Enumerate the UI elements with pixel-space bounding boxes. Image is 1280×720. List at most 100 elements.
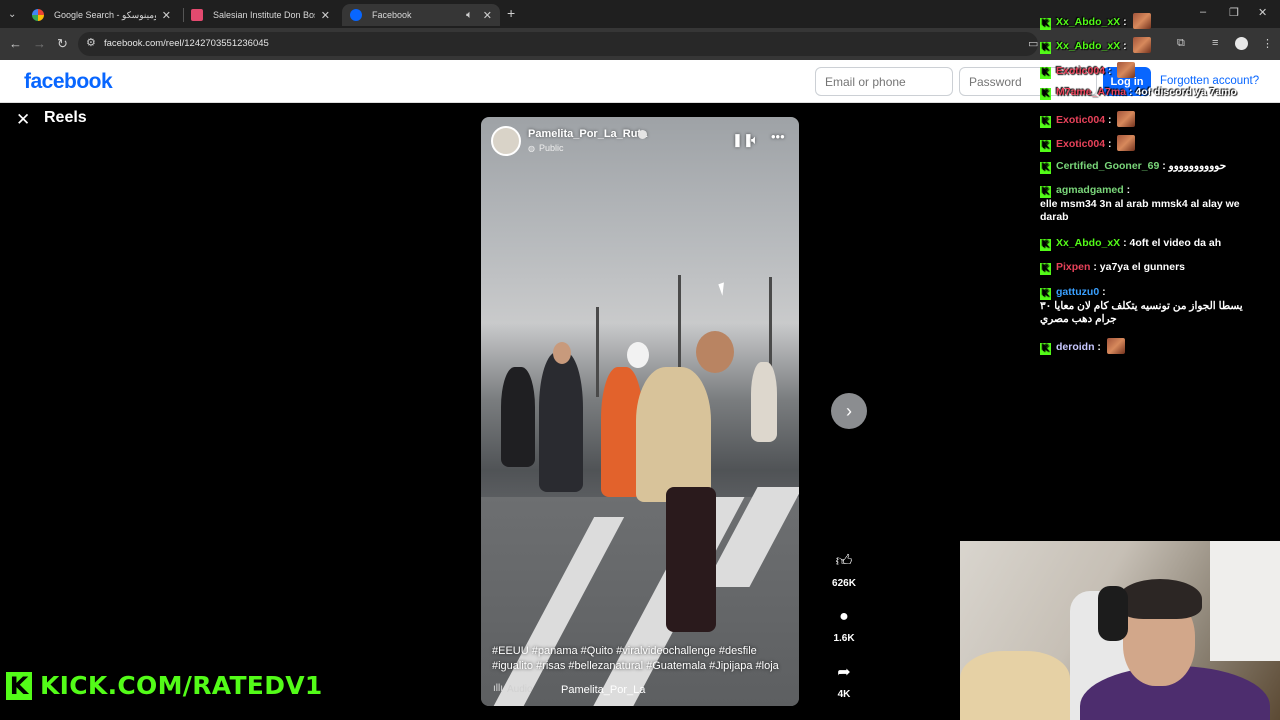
back-icon[interactable]: ← xyxy=(9,36,22,52)
kick-badge-icon: K xyxy=(1040,88,1051,100)
chat-user: Xx_Abdo_xX xyxy=(1056,237,1121,249)
background-pillow xyxy=(960,651,1070,720)
site-info-icon[interactable]: ⚙ xyxy=(86,36,96,49)
share-action[interactable]: ➦ 4K xyxy=(829,659,859,700)
tab-label: Salesian Institute Don Bosco xyxy=(213,10,315,20)
close-icon[interactable]: ✕ xyxy=(321,9,330,22)
new-tab-icon[interactable]: + xyxy=(507,5,515,21)
emote-icon xyxy=(1117,62,1136,78)
more-options-icon[interactable]: ••• xyxy=(771,129,785,144)
chat-user: gattuzu0 xyxy=(1056,286,1100,298)
chat-message: K M7ame_A7ma : 4of discord ya 7amo xyxy=(1040,86,1237,100)
chat-message: Kderoidn : xyxy=(1040,338,1260,355)
author-name[interactable]: Pamelita_Por_La_Ruta xyxy=(528,128,647,140)
emote-icon xyxy=(1132,13,1151,29)
emote-icon xyxy=(1132,37,1151,53)
person xyxy=(751,362,777,442)
url-text: facebook.com/reel/1242703551236045 xyxy=(104,38,269,49)
emote-icon xyxy=(1117,135,1136,151)
person xyxy=(501,367,535,467)
reload-icon[interactable]: ↻ xyxy=(57,36,68,52)
audio-author[interactable]: Pamelita_Por_La xyxy=(561,684,645,696)
tab-facebook[interactable]: Facebook 🔈︎ ✕ xyxy=(342,4,500,26)
tab-search-icon[interactable]: ⌄ xyxy=(8,7,16,23)
speaker-icon[interactable]: 🔈︎ xyxy=(466,9,473,22)
chat-text: 4oft el video da ah xyxy=(1129,237,1222,249)
kick-badge-icon: K xyxy=(1040,140,1051,152)
forward-icon[interactable]: → xyxy=(33,36,46,52)
kick-badge-icon: K xyxy=(1040,288,1051,300)
chat-user: deroidn xyxy=(1056,341,1095,353)
close-icon[interactable]: ✕ xyxy=(162,9,171,22)
chat-message: K Exotic004 : xyxy=(1040,111,1260,128)
audio-label: Audio xyxy=(507,684,533,695)
person-head xyxy=(553,342,571,364)
chat-text: ya7ya el gunners xyxy=(1099,261,1185,273)
chat-text: حوووووووووو xyxy=(1168,160,1227,172)
address-bar[interactable]: ⚙ facebook.com/reel/1242703551236045 xyxy=(78,32,1038,56)
chat-message: Kgattuzu0 : يسطا الجواز من تونسيه يتكلف … xyxy=(1040,286,1243,325)
visibility-label: Public xyxy=(539,143,564,153)
globe-icon: ◍ xyxy=(528,144,535,153)
chat-message: K Xx_Abdo_xX : 4oft el video da ah xyxy=(1040,237,1222,251)
chat-user: Certified_Gooner_69 xyxy=(1056,160,1160,172)
author-avatar[interactable] xyxy=(491,126,521,156)
reel-video[interactable]: Pamelita_Por_La_Ruta ◍ Public ❚❚ 🔈︎ ••• … xyxy=(481,117,799,706)
chat-user: agmadgamed xyxy=(1056,184,1124,196)
tab-google-search[interactable]: Google Search - الدومينوسكو ✕ xyxy=(24,4,179,26)
comment-count: 1.6K xyxy=(833,633,855,644)
chat-message: K Exotic004 : xyxy=(1040,62,1260,79)
menu-icon[interactable]: ⋮ xyxy=(1262,37,1273,50)
chat-message: K Pixpen : ya7ya el gunners xyxy=(1040,261,1185,275)
chat-text: elle msm34 3n al arab mmsk4 al alay we d… xyxy=(1040,198,1240,223)
chat-user: Exotic004 xyxy=(1056,65,1106,77)
chat-user: Xx_Abdo_xX xyxy=(1056,16,1121,28)
kick-badge-icon: K xyxy=(1040,186,1051,198)
kick-url: KICK.COM/RATEDV1 xyxy=(40,671,323,700)
kick-badge-icon: K xyxy=(1040,67,1051,79)
person xyxy=(539,352,583,492)
kick-badge-icon: K xyxy=(1040,263,1051,275)
reels-title: Reels xyxy=(44,109,87,126)
chat-user: Xx_Abdo_xX xyxy=(1056,40,1121,52)
facebook-logo[interactable]: facebook xyxy=(24,70,113,94)
utility-pole xyxy=(596,307,599,397)
chat-user: M7ame_A7ma xyxy=(1056,86,1127,98)
like-count: 626K xyxy=(832,578,856,589)
close-icon[interactable]: ✕ xyxy=(483,9,492,22)
volume-icon[interactable]: 🔈︎ xyxy=(751,132,759,148)
kick-badge-icon: K xyxy=(1040,18,1051,30)
comment-action[interactable]: ● 1.6K xyxy=(829,603,859,644)
person-head xyxy=(696,331,734,373)
chat-user: Exotic004 xyxy=(1056,138,1106,150)
chat-message: K Xx_Abdo_xX : xyxy=(1040,13,1260,30)
emote-icon xyxy=(1117,111,1136,127)
like-action[interactable]: 👍︎ 626K xyxy=(829,548,859,589)
kick-logo-icon: K xyxy=(6,672,32,700)
kick-badge-icon: K xyxy=(1040,239,1051,251)
site-icon xyxy=(191,9,203,21)
background-shelf xyxy=(1210,541,1280,661)
chat-user: Pixpen xyxy=(1056,261,1091,273)
share-count: 4K xyxy=(837,689,851,700)
chat-text: 4of discord ya 7amo xyxy=(1135,86,1237,98)
cast-icon[interactable]: ▭ xyxy=(1028,37,1038,50)
emote-icon xyxy=(1106,338,1125,354)
thumbs-up-icon[interactable]: 👍︎ xyxy=(830,548,858,576)
video-caption: #EEUU #panama #Quito #viralvideochalleng… xyxy=(492,645,779,672)
tab-label: Facebook xyxy=(372,10,412,20)
next-reel-button[interactable]: › xyxy=(831,393,867,429)
chat-message: K Exotic004 : xyxy=(1040,135,1260,152)
chat-user: Exotic004 xyxy=(1056,114,1106,126)
person xyxy=(636,367,711,502)
google-icon xyxy=(32,9,44,21)
kick-badge-icon: K xyxy=(1040,42,1051,54)
tab-salesian-institute[interactable]: Salesian Institute Don Bosco ✕ xyxy=(183,4,338,26)
close-reels-icon[interactable]: ✕ xyxy=(16,110,30,130)
share-icon[interactable]: ➦ xyxy=(830,659,858,687)
email-input[interactable] xyxy=(815,67,953,96)
kick-badge-icon: K xyxy=(1040,343,1051,355)
facebook-icon xyxy=(350,9,362,21)
comment-icon[interactable]: ● xyxy=(830,603,858,631)
chat-message: K Certified_Gooner_69 : حوووووووووو xyxy=(1040,160,1227,174)
